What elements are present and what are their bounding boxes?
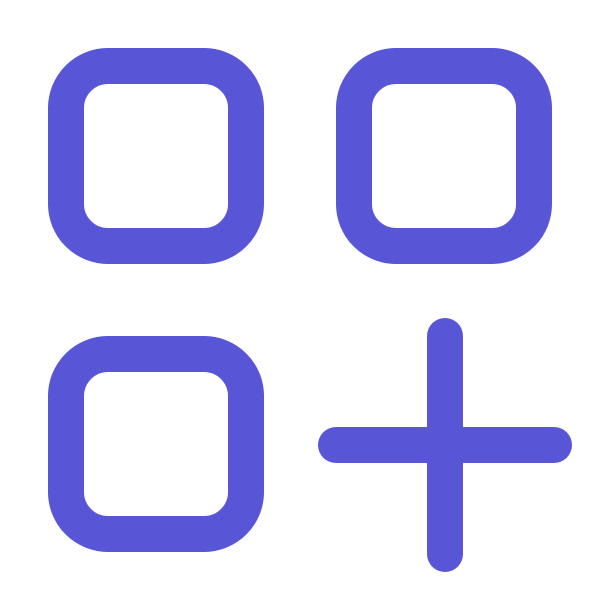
plus-icon — [318, 318, 572, 572]
plus-horizontal-bar — [318, 427, 572, 463]
app-tile-top-left — [48, 48, 264, 264]
app-tile-bottom-left — [48, 336, 264, 552]
add-app-icon[interactable] — [0, 0, 600, 600]
app-tile-top-right — [336, 48, 552, 264]
